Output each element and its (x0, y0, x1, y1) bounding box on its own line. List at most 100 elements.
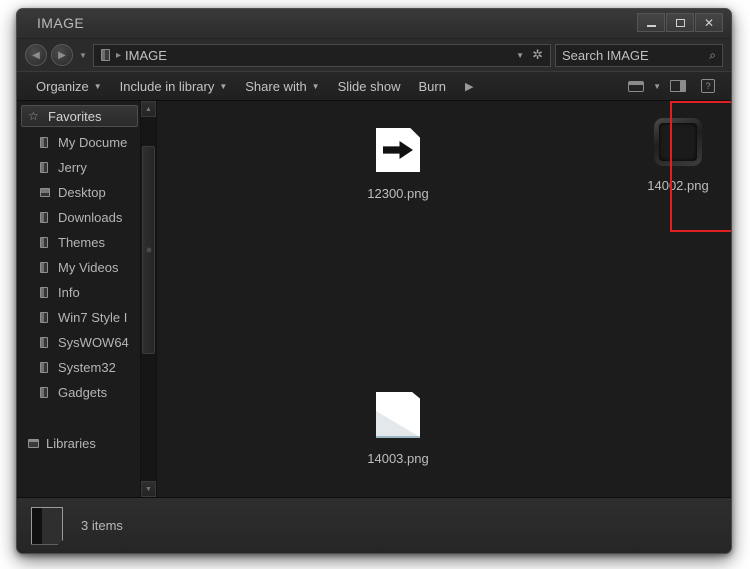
toolbar-overflow-button[interactable]: ▶ (455, 77, 483, 96)
sidebar-item-label: Jerry (58, 160, 87, 175)
folder-icon (39, 161, 51, 174)
minimize-icon (646, 24, 656, 27)
maximize-button[interactable] (666, 13, 694, 32)
command-toolbar: Organize ▼ Include in library ▼ Share wi… (17, 71, 731, 101)
sidebar-item-system32[interactable]: System32 (17, 355, 140, 380)
change-view-button[interactable] (623, 76, 649, 97)
back-icon: ◀ (32, 49, 40, 61)
file-name-label: 12300.png (367, 186, 429, 201)
toolbar-slide-show-label: Slide show (337, 78, 401, 94)
title-bar: IMAGE ✕ (17, 9, 731, 39)
navigation-tree: ☆ Favorites My Docume Jerry Desktop Down… (17, 101, 140, 497)
toolbar-include-in-library-label: Include in library (119, 78, 215, 94)
library-folder-icon (27, 437, 39, 450)
sidebar-item-desktop[interactable]: Desktop (17, 180, 140, 205)
minimize-button[interactable] (637, 13, 665, 32)
frame-image-icon (654, 118, 702, 166)
explorer-window: IMAGE ✕ ◀ ▶ ▼ ▸ IMAGE ▼ ✲ Search IMAGE ⌕… (16, 8, 732, 554)
breadcrumb[interactable]: ▸ IMAGE ▼ ✲ (93, 43, 551, 67)
folder-icon (39, 336, 51, 349)
file-name-label: 14002.png (647, 178, 709, 193)
sidebar-item-my-documents[interactable]: My Docume (17, 130, 140, 155)
breadcrumb-separator-icon: ▸ (116, 49, 122, 61)
sidebar-item-win7-style[interactable]: Win7 Style I (17, 305, 140, 330)
help-button[interactable]: ? (695, 76, 721, 97)
folder-icon (39, 361, 51, 374)
chevron-down-icon: ▼ (93, 81, 102, 91)
file-list-view[interactable]: 12300.png 14002.png 14003.png (157, 101, 731, 497)
document-image-icon (376, 392, 420, 438)
sidebar-item-label: Info (58, 285, 80, 300)
sidebar-item-label: Libraries (46, 436, 96, 451)
close-icon: ✕ (703, 15, 715, 30)
folder-icon (39, 211, 51, 224)
sidebar-group-favorites[interactable]: ☆ Favorites (21, 105, 138, 127)
sidebar-item-label: Desktop (58, 185, 106, 200)
back-button[interactable]: ◀ (25, 44, 47, 66)
scrollbar-track[interactable] (141, 117, 156, 481)
folder-icon (31, 506, 63, 545)
sidebar-item-libraries[interactable]: Libraries (17, 431, 140, 456)
sidebar-item-themes[interactable]: Themes (17, 230, 140, 255)
sidebar-item-jerry[interactable]: Jerry (17, 155, 140, 180)
navigation-pane-scrollbar[interactable]: ▲ ▼ (140, 101, 156, 497)
sidebar-item-syswow64[interactable]: SysWOW64 (17, 330, 140, 355)
search-icon: ⌕ (709, 47, 716, 62)
file-name-label: 14003.png (367, 451, 429, 466)
sidebar-item-label: Win7 Style I (58, 310, 128, 325)
drive-icon (100, 48, 112, 62)
change-view-dropdown-icon[interactable]: ▼ (653, 82, 661, 91)
sidebar-item-label: Gadgets (58, 385, 108, 400)
chevron-down-icon: ▼ (219, 81, 228, 91)
recent-pages-dropdown[interactable]: ▼ (77, 51, 89, 60)
folder-icon (39, 286, 51, 299)
preview-pane-icon (670, 80, 686, 92)
toolbar-organize[interactable]: Organize ▼ (27, 76, 111, 97)
sidebar-item-label: Downloads (58, 210, 123, 225)
file-item-14002[interactable]: 14002.png (625, 115, 731, 193)
forward-button[interactable]: ▶ (51, 44, 73, 66)
toolbar-slide-show[interactable]: Slide show (329, 76, 410, 97)
sidebar-item-label: My Videos (58, 260, 119, 275)
folder-icon (39, 386, 51, 399)
window-title: IMAGE (37, 15, 85, 31)
file-item-14003[interactable]: 14003.png (345, 388, 451, 466)
refresh-icon[interactable]: ✲ (532, 47, 546, 63)
sidebar-item-label: System32 (58, 360, 116, 375)
sidebar-group-favorites-label: Favorites (48, 108, 102, 124)
close-button[interactable]: ✕ (695, 13, 723, 32)
change-view-icon (628, 80, 645, 92)
navigation-pane: ☆ Favorites My Docume Jerry Desktop Down… (17, 101, 157, 497)
desktop-icon (39, 186, 51, 199)
maximize-icon (675, 18, 685, 27)
scroll-up-button[interactable]: ▲ (141, 101, 156, 117)
breadcrumb-path[interactable]: IMAGE (125, 48, 508, 63)
arrow-image-icon (376, 128, 420, 172)
file-thumbnail (371, 388, 425, 442)
desktop-background: IMAGE ✕ ◀ ▶ ▼ ▸ IMAGE ▼ ✲ Search IMAGE ⌕… (0, 0, 750, 569)
scroll-down-button[interactable]: ▼ (141, 481, 156, 497)
forward-icon: ▶ (58, 49, 66, 61)
search-input[interactable]: Search IMAGE ⌕ (555, 43, 723, 67)
sidebar-item-downloads[interactable]: Downloads (17, 205, 140, 230)
chevron-down-icon[interactable]: ▼ (512, 51, 528, 60)
help-icon: ? (701, 79, 715, 93)
toolbar-burn[interactable]: Burn (409, 76, 454, 97)
show-preview-pane-button[interactable] (665, 76, 691, 97)
file-item-12300[interactable]: 12300.png (345, 123, 451, 201)
scrollbar-thumb[interactable] (142, 146, 155, 354)
status-bar: 3 items (17, 497, 731, 553)
file-thumbnail (371, 123, 425, 177)
toolbar-share-with[interactable]: Share with ▼ (236, 76, 328, 97)
toolbar-organize-label: Organize (36, 78, 89, 94)
sidebar-item-my-videos[interactable]: My Videos (17, 255, 140, 280)
search-placeholder: Search IMAGE (562, 47, 649, 63)
file-thumbnail (651, 115, 705, 169)
folder-icon (39, 136, 51, 149)
toolbar-include-in-library[interactable]: Include in library ▼ (111, 76, 237, 97)
sidebar-item-label: Themes (58, 235, 105, 250)
sidebar-item-gadgets[interactable]: Gadgets (17, 380, 140, 405)
item-count-label: 3 items (81, 518, 123, 533)
toolbar-share-with-label: Share with (245, 78, 307, 94)
sidebar-item-info[interactable]: Info (17, 280, 140, 305)
